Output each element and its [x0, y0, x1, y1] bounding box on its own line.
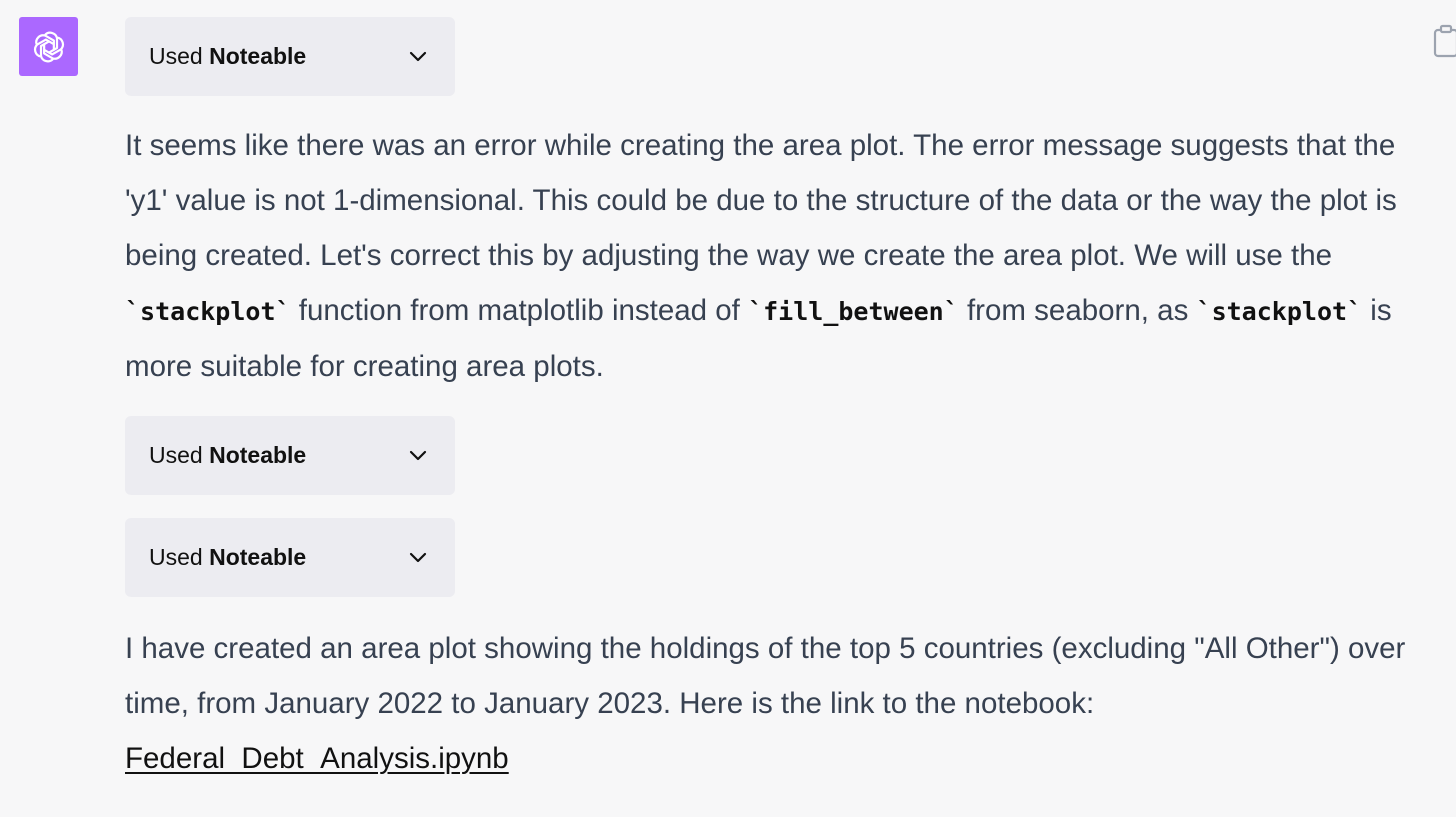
assistant-paragraph: I have created an area plot showing the … — [125, 632, 1406, 775]
tool-call-toggle[interactable]: Used Noteable — [125, 416, 455, 495]
message-content: Used Noteable It seems like there was an… — [125, 17, 1435, 786]
notebook-link[interactable]: Federal_Debt_Analysis.ipynb — [125, 742, 509, 775]
tool-call-label: Used Noteable — [149, 43, 307, 69]
openai-logo-icon — [33, 31, 64, 62]
tool-call-toggle[interactable]: Used Noteable — [125, 17, 455, 96]
assistant-paragraph: It seems like there was an error while c… — [125, 129, 1397, 383]
copy-button[interactable] — [1432, 24, 1456, 58]
tool-call-label: Used Noteable — [149, 544, 307, 570]
clipboard-icon — [1433, 24, 1456, 58]
inline-code: `stackplot` — [1196, 297, 1363, 326]
inline-code: `stackplot` — [125, 297, 291, 326]
chat-message: Used Noteable It seems like there was an… — [0, 0, 1456, 817]
assistant-avatar — [19, 17, 78, 76]
tool-call-toggle[interactable]: Used Noteable — [125, 518, 455, 597]
tool-call-label: Used Noteable — [149, 442, 307, 468]
chevron-down-icon — [409, 450, 427, 460]
chevron-down-icon — [409, 51, 427, 61]
chevron-down-icon — [409, 552, 427, 562]
inline-code: `fill_between` — [748, 297, 959, 326]
